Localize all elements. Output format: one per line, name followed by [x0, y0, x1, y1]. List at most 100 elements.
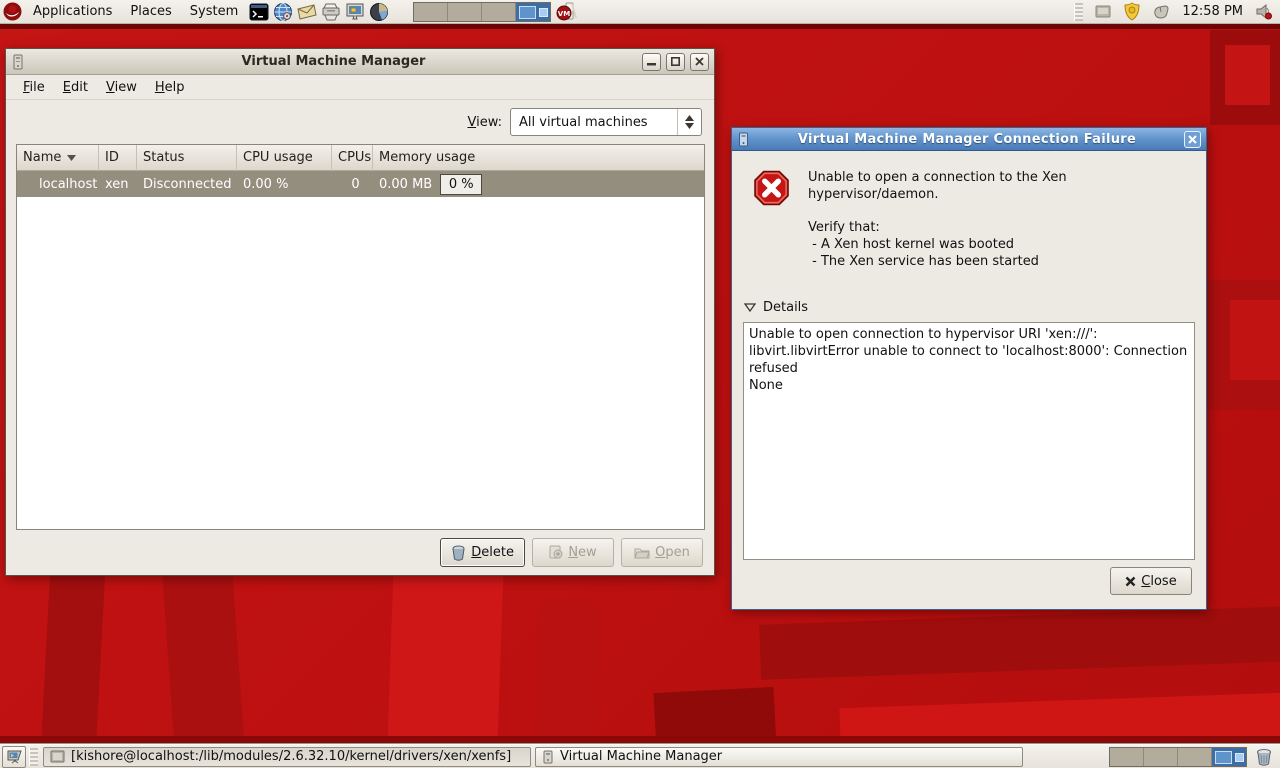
connection-failure-dialog: Virtual Machine Manager Connection Failu…: [731, 127, 1207, 610]
menu-view[interactable]: View: [97, 80, 146, 95]
column-label: Name: [23, 150, 61, 165]
cell-id: xen: [99, 177, 137, 192]
cell-name: localhost: [17, 177, 99, 192]
workspace-cell[interactable]: [448, 3, 482, 21]
taskbar-item-label: Virtual Machine Manager: [560, 749, 722, 764]
taskbar-item-vmm[interactable]: Virtual Machine Manager: [535, 747, 1023, 767]
taskbar-item-terminal[interactable]: [kishore@localhost:/lib/modules/2.6.32.1…: [43, 747, 531, 767]
vmm-menubar: File Edit View Help: [6, 75, 714, 100]
system-monitor-icon[interactable]: [367, 1, 391, 23]
menu-help[interactable]: Help: [146, 80, 194, 95]
column-label: ID: [105, 150, 119, 165]
email-icon[interactable]: [295, 1, 319, 23]
combobox-spinner-icon[interactable]: [677, 109, 701, 135]
open-button[interactable]: Open: [621, 538, 703, 567]
menu-system[interactable]: System: [181, 0, 247, 24]
view-filter-row: View: All virtual machines: [6, 100, 714, 144]
screenshot-icon[interactable]: [343, 1, 367, 23]
close-x-icon: [1125, 576, 1136, 587]
vmm-window-icon: [542, 750, 554, 764]
error-stop-icon: [753, 169, 790, 207]
column-header-name[interactable]: Name: [17, 145, 99, 171]
workspace-switcher-top[interactable]: [413, 2, 551, 22]
volume-muted-icon[interactable]: [1252, 1, 1276, 23]
virt-manager-tray-icon[interactable]: VM: [555, 1, 579, 23]
open-folder-icon: [634, 546, 650, 559]
dialog-close-button[interactable]: Close: [1110, 567, 1192, 595]
sort-desc-icon: [67, 155, 76, 161]
view-combobox[interactable]: All virtual machines: [510, 108, 702, 136]
close-button[interactable]: [690, 53, 709, 71]
workspace-cell[interactable]: [1178, 748, 1212, 766]
workspace-cell[interactable]: [1144, 748, 1178, 766]
dialog-titlebar[interactable]: Virtual Machine Manager Connection Failu…: [732, 128, 1206, 151]
column-label: CPU usage: [243, 150, 313, 165]
column-header-cpu-usage[interactable]: CPU usage: [237, 145, 332, 171]
delete-label: Delete: [471, 545, 514, 560]
minimize-button[interactable]: [642, 53, 661, 71]
vmm-action-buttons: Delete New Open: [6, 530, 714, 575]
web-browser-icon[interactable]: [271, 1, 295, 23]
wallpaper-shape: [1230, 300, 1280, 380]
clock[interactable]: 12:58 PM: [1178, 4, 1247, 19]
vm-list: Name ID Status CPU usage CPUs Memory usa…: [16, 144, 705, 530]
vm-list-header: Name ID Status CPU usage CPUs Memory usa…: [17, 145, 704, 171]
column-header-id[interactable]: ID: [99, 145, 137, 171]
details-label: Details: [763, 300, 808, 315]
vmm-titlebar[interactable]: Virtual Machine Manager: [6, 49, 714, 75]
panel-grip[interactable]: [1074, 3, 1083, 21]
dialog-app-icon: [737, 132, 750, 147]
wallpaper-shape: [759, 605, 1280, 680]
workspace-switcher-bottom[interactable]: [1109, 747, 1247, 767]
distro-menu-icon[interactable]: [0, 1, 24, 23]
cell-status: Disconnected: [137, 177, 237, 192]
column-header-status[interactable]: Status: [137, 145, 237, 171]
new-vm-icon: [549, 545, 563, 560]
svg-text:VM: VM: [558, 10, 570, 18]
printer-icon[interactable]: [319, 1, 343, 23]
workspace-window-thumb: [519, 6, 536, 19]
delete-button[interactable]: Delete: [440, 538, 525, 567]
view-label: View:: [467, 115, 502, 130]
open-label: Open: [655, 545, 690, 560]
column-header-memory-usage[interactable]: Memory usage: [373, 145, 704, 171]
trash-icon[interactable]: [1252, 746, 1276, 768]
maximize-button[interactable]: [666, 53, 685, 71]
new-label: New: [568, 545, 596, 560]
terminal-icon[interactable]: [247, 1, 271, 23]
workspace-cell-active[interactable]: [1212, 748, 1246, 766]
close-icon: [1188, 135, 1197, 144]
verify-item-2: - The Xen service has been started: [808, 253, 1191, 270]
workspace-cell[interactable]: [482, 3, 516, 21]
window-app-icon: [11, 54, 25, 70]
column-header-cpus[interactable]: CPUs: [332, 145, 373, 171]
menu-applications[interactable]: Applications: [24, 0, 121, 24]
input-device-icon[interactable]: [1149, 1, 1173, 23]
verify-heading: Verify that:: [808, 219, 1191, 236]
show-desktop-button[interactable]: [2, 746, 26, 768]
notification-monitor-icon[interactable]: [1091, 1, 1115, 23]
workspace-window-thumb: [539, 8, 548, 17]
menu-file[interactable]: File: [14, 80, 54, 95]
wallpaper-shape: [1225, 45, 1270, 105]
cell-cpu-usage: 0.00 %: [237, 177, 332, 192]
menu-edit[interactable]: Edit: [54, 80, 97, 95]
close-label: Close: [1141, 574, 1176, 589]
wallpaper-shape: [0, 24, 1280, 29]
dialog-title: Virtual Machine Manager Connection Failu…: [755, 132, 1179, 147]
menu-places[interactable]: Places: [121, 0, 180, 24]
details-expander[interactable]: Details: [744, 300, 1195, 315]
column-label: Memory usage: [379, 150, 475, 165]
new-button[interactable]: New: [532, 538, 614, 567]
trash-icon: [451, 545, 466, 561]
error-message: Unable to open a connection to the Xen h…: [808, 169, 1191, 203]
vm-row-localhost[interactable]: localhost xen Disconnected 0.00 % 0 0.00…: [17, 171, 704, 197]
dialog-close-x-button[interactable]: [1184, 131, 1201, 148]
panel-grip[interactable]: [29, 748, 38, 766]
details-text-area[interactable]: Unable to open connection to hypervisor …: [743, 322, 1195, 560]
column-label: Status: [143, 150, 184, 165]
security-badge-icon[interactable]: [1120, 1, 1144, 23]
workspace-cell[interactable]: [1110, 748, 1144, 766]
workspace-cell[interactable]: [414, 3, 448, 21]
workspace-cell-active[interactable]: [516, 3, 550, 21]
